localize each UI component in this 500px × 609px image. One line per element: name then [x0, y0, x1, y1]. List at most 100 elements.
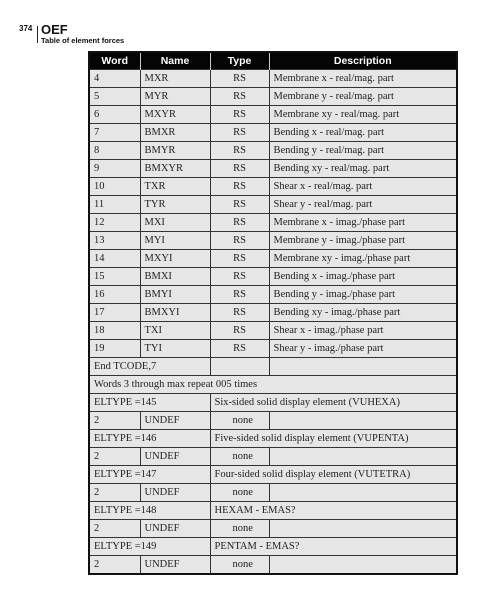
cell-description: Membrane xy - imag./phase part [268, 249, 458, 268]
eltype-row: ELTYPE =146 Five-sided solid display elem… [88, 429, 458, 448]
cell-description-empty [268, 447, 458, 466]
cell-name: UNDEF [139, 519, 211, 538]
cell-name: BMXYI [139, 303, 211, 322]
cell-name: UNDEF [139, 555, 211, 575]
table-row: 16 BMYI RS Bending y - imag./phase part [88, 285, 458, 304]
cell-name: BMYI [139, 285, 211, 304]
table-row: 2 UNDEF none [88, 483, 458, 502]
cell-name: MYR [139, 87, 211, 106]
cell-name: BMXYR [139, 159, 211, 178]
cell-name: MXR [139, 69, 211, 88]
cell-word: 15 [88, 267, 141, 286]
cell-type: RS [209, 213, 270, 232]
cell-name: TYR [139, 195, 211, 214]
cell-word: 13 [88, 231, 141, 250]
cell-type: RS [209, 249, 270, 268]
eltype-label: ELTYPE =149 [88, 537, 211, 556]
cell-word: 18 [88, 321, 141, 340]
column-header-description: Description [268, 52, 457, 70]
table-row: 17 BMXYI RS Bending xy - imag./phase part [88, 303, 458, 322]
cell-type: RS [209, 177, 270, 196]
cell-description: Shear x - imag./phase part [268, 321, 458, 340]
cell-description: Bending x - real/mag. part [268, 123, 458, 142]
cell-type: none [209, 411, 270, 430]
cell-type: RS [209, 87, 270, 106]
table-row: 2 UNDEF none [88, 411, 458, 430]
cell-word: 2 [88, 411, 141, 430]
repeat-note-row: Words 3 through max repeat 005 times [88, 375, 458, 394]
table-row: 15 BMXI RS Bending x - imag./phase part [88, 267, 458, 286]
eltype-description: PENTAM - EMAS? [209, 537, 458, 556]
table-row: 10 TXR RS Shear x - real/mag. part [88, 177, 458, 196]
cell-description-empty [268, 555, 458, 575]
cell-word: 2 [88, 483, 141, 502]
cell-name: MXI [139, 213, 211, 232]
table-row: 2 UNDEF none [88, 555, 458, 575]
cell-word: 9 [88, 159, 141, 178]
table-row: 8 BMYR RS Bending y - real/mag. part [88, 141, 458, 160]
cell-name: BMXI [139, 267, 211, 286]
cell-word: 14 [88, 249, 141, 268]
table-row: 2 UNDEF none [88, 447, 458, 466]
end-tcode-label: End TCODE,7 [88, 357, 211, 376]
cell-word: 10 [88, 177, 141, 196]
section-subtitle: Table of element forces [41, 36, 125, 45]
column-header-word: Word [89, 52, 140, 70]
cell-type: none [209, 447, 270, 466]
page-number: 374 [19, 24, 33, 33]
cell-description: Bending x - imag./phase part [268, 267, 458, 286]
cell-type: RS [209, 267, 270, 286]
cell-word: 17 [88, 303, 141, 322]
cell-name: BMYR [139, 141, 211, 160]
cell-word: 2 [88, 555, 141, 575]
cell-description-empty [268, 519, 458, 538]
table-row: 14 MXYI RS Membrane xy - imag./phase part [88, 249, 458, 268]
repeat-note: Words 3 through max repeat 005 times [88, 375, 458, 394]
cell-name: TXR [139, 177, 211, 196]
eltype-label: ELTYPE =148 [88, 501, 211, 520]
cell-name: MXYI [139, 249, 211, 268]
element-forces-table: Word Name Type Description 4 MXR RS Membran… [88, 51, 458, 575]
table-row: 19 TYI RS Shear y - imag./phase part [88, 339, 458, 358]
cell-name: MXYR [139, 105, 211, 124]
cell-type: none [209, 519, 270, 538]
eltype-label: ELTYPE =145 [88, 393, 211, 412]
header-divider [37, 26, 38, 43]
cell-description: Membrane xy - real/mag. part [268, 105, 458, 124]
cell-type: RS [209, 321, 270, 340]
cell-description: Membrane x - real/mag. part [268, 69, 458, 88]
cell-description: Bending xy - real/mag. part [268, 159, 458, 178]
column-header-name: Name [139, 52, 210, 70]
cell-name: UNDEF [139, 411, 211, 430]
cell-description: Membrane x - imag./phase part [268, 213, 458, 232]
table-body: 4 MXR RS Membrane x - real/mag. part 5 MYR RS M… [88, 69, 458, 575]
table-row: 12 MXI RS Membrane x - imag./phase part [88, 213, 458, 232]
cell-type: RS [209, 195, 270, 214]
eltype-label: ELTYPE =147 [88, 465, 211, 484]
table-header-row: Word Name Type Description [89, 52, 457, 70]
cell-word: 2 [88, 447, 141, 466]
eltype-row: ELTYPE =149 PENTAM - EMAS? [88, 537, 458, 556]
eltype-label: ELTYPE =146 [88, 429, 211, 448]
cell-description: Shear y - imag./phase part [268, 339, 458, 358]
cell-word: 4 [88, 69, 141, 88]
end-tcode-row: End TCODE,7 [88, 357, 458, 376]
cell-description-empty [268, 357, 458, 376]
eltype-row: ELTYPE =147 Four-sided solid display elem… [88, 465, 458, 484]
cell-description: Bending xy - imag./phase part [268, 303, 458, 322]
cell-description: Shear x - real/mag. part [268, 177, 458, 196]
page-header: 374 OEF Table of element forces [0, 0, 500, 50]
cell-description: Bending y - imag./phase part [268, 285, 458, 304]
cell-type-empty [209, 357, 270, 376]
cell-description: Membrane y - real/mag. part [268, 87, 458, 106]
cell-word: 19 [88, 339, 141, 358]
cell-type: RS [209, 123, 270, 142]
table-row: 18 TXI RS Shear x - imag./phase part [88, 321, 458, 340]
eltype-description: Five-sided solid display element (VUPENT… [209, 429, 458, 448]
cell-name: TYI [139, 339, 211, 358]
table-row: 11 TYR RS Shear y - real/mag. part [88, 195, 458, 214]
cell-type: RS [209, 303, 270, 322]
cell-name: UNDEF [139, 483, 211, 502]
cell-word: 11 [88, 195, 141, 214]
cell-description-empty [268, 411, 458, 430]
